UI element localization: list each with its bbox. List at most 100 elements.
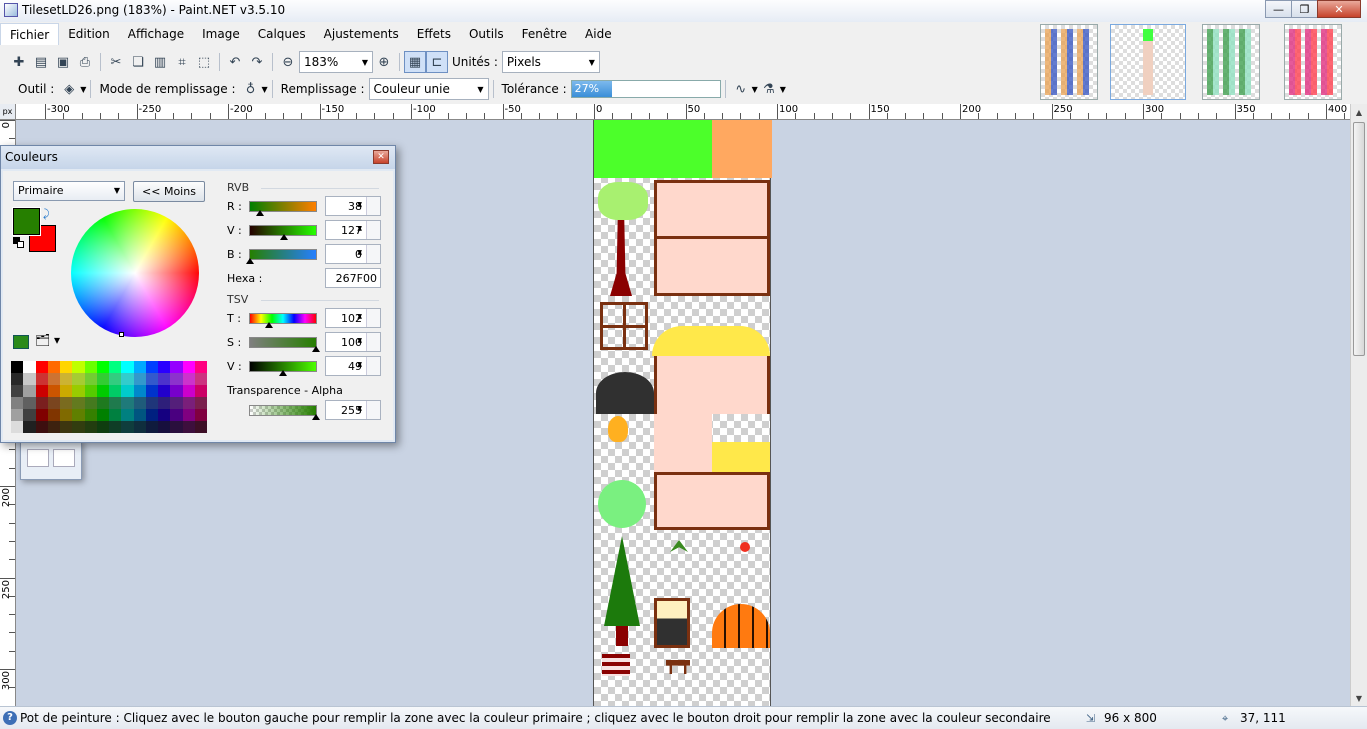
palette-swatch[interactable] bbox=[35, 385, 48, 397]
zoom-combo[interactable]: 183% ▼ bbox=[299, 51, 373, 73]
palette-swatch[interactable] bbox=[72, 397, 85, 409]
image-thumbnail-active[interactable] bbox=[1110, 24, 1186, 100]
minimize-button[interactable]: — bbox=[1265, 0, 1292, 18]
palette-swatch[interactable] bbox=[145, 397, 158, 409]
palette-swatch[interactable] bbox=[194, 421, 207, 433]
palette-swatch[interactable] bbox=[47, 397, 60, 409]
spin-arrows-icon[interactable]: ▲ ▼ bbox=[357, 245, 380, 263]
palette-swatch[interactable] bbox=[35, 373, 48, 385]
palette-swatch[interactable] bbox=[47, 373, 60, 385]
new-icon[interactable]: ✚ bbox=[8, 51, 30, 73]
saturation-input[interactable]: 100 ▲ ▼ bbox=[325, 332, 381, 352]
palette-swatch[interactable] bbox=[96, 397, 109, 409]
freeform-shape-tool-icon[interactable] bbox=[53, 449, 75, 467]
value-slider[interactable] bbox=[249, 361, 317, 376]
palette-swatch[interactable] bbox=[145, 385, 158, 397]
palette-swatch[interactable] bbox=[47, 409, 60, 421]
green-slider[interactable] bbox=[249, 225, 317, 240]
copy-icon[interactable]: ❏ bbox=[127, 51, 149, 73]
palette-swatch[interactable] bbox=[23, 361, 36, 373]
palette-swatch[interactable] bbox=[109, 385, 122, 397]
palette-swatch[interactable] bbox=[170, 421, 183, 433]
image-thumbnail[interactable] bbox=[1040, 24, 1098, 100]
palette-swatch[interactable] bbox=[121, 361, 134, 373]
palette-swatch[interactable] bbox=[84, 409, 97, 421]
palette-swatch[interactable] bbox=[121, 385, 134, 397]
ellipse-tool-icon[interactable] bbox=[27, 449, 49, 467]
flood-mode-icon[interactable]: ♁ bbox=[240, 78, 262, 100]
color-palette[interactable] bbox=[11, 361, 207, 433]
slider-knob[interactable] bbox=[256, 210, 264, 216]
menu-ajustements[interactable]: Ajustements bbox=[315, 23, 408, 45]
menu-calques[interactable]: Calques bbox=[249, 23, 315, 45]
save-icon[interactable]: ▣ bbox=[52, 51, 74, 73]
grid-icon[interactable]: ▦ bbox=[404, 51, 426, 73]
paste-icon[interactable]: ▥ bbox=[149, 51, 171, 73]
palette-swatch[interactable] bbox=[145, 409, 158, 421]
palette-swatch[interactable] bbox=[170, 409, 183, 421]
color-wheel-marker[interactable] bbox=[119, 332, 124, 337]
palette-swatch[interactable] bbox=[194, 409, 207, 421]
palette-swatch[interactable] bbox=[60, 385, 73, 397]
palette-swatch[interactable] bbox=[72, 361, 85, 373]
palette-swatch[interactable] bbox=[194, 397, 207, 409]
palette-swatch[interactable] bbox=[11, 421, 24, 433]
blue-slider[interactable] bbox=[246, 249, 317, 264]
open-icon[interactable]: ▤ bbox=[30, 51, 52, 73]
spin-arrows-icon[interactable]: ▲ ▼ bbox=[357, 221, 380, 239]
scrollbar-thumb[interactable] bbox=[1353, 122, 1365, 356]
menu-effets[interactable]: Effets bbox=[408, 23, 460, 45]
blue-input[interactable]: 0 ▲ ▼ bbox=[325, 244, 381, 264]
palette-swatch[interactable] bbox=[133, 373, 146, 385]
spin-arrows-icon[interactable]: ▲ ▼ bbox=[357, 357, 380, 375]
hex-input[interactable]: 267F00 bbox=[325, 268, 381, 288]
palette-swatch[interactable] bbox=[109, 397, 122, 409]
less-button[interactable]: << Moins bbox=[133, 181, 205, 202]
palette-swatch[interactable] bbox=[23, 421, 36, 433]
palette-swatch[interactable] bbox=[47, 361, 60, 373]
palette-swatch[interactable] bbox=[84, 361, 97, 373]
menu-outils[interactable]: Outils bbox=[460, 23, 513, 45]
palette-swatch[interactable] bbox=[47, 385, 60, 397]
paint-bucket-icon[interactable]: ◈ bbox=[58, 78, 80, 100]
vertical-scrollbar[interactable]: ▲ ▼ bbox=[1350, 104, 1367, 706]
palette-swatch[interactable] bbox=[145, 373, 158, 385]
palette-swatch[interactable] bbox=[109, 409, 122, 421]
palette-swatch[interactable] bbox=[158, 421, 171, 433]
palette-swatch[interactable] bbox=[84, 397, 97, 409]
palette-swatch[interactable] bbox=[11, 409, 24, 421]
green-input[interactable]: 127 ▲ ▼ bbox=[325, 220, 381, 240]
spin-arrows-icon[interactable]: ▲ ▼ bbox=[357, 401, 380, 419]
chevron-down-icon[interactable]: ▼ bbox=[780, 85, 786, 94]
palette-swatch[interactable] bbox=[72, 409, 85, 421]
image-thumbnail[interactable] bbox=[1202, 24, 1260, 100]
slider-knob[interactable] bbox=[312, 414, 320, 420]
antialias-icon[interactable]: ∿ bbox=[730, 78, 752, 100]
hue-input[interactable]: 102 ▲ ▼ bbox=[325, 308, 381, 328]
palette-swatch[interactable] bbox=[11, 361, 24, 373]
primary-color-swatch[interactable] bbox=[12, 207, 41, 236]
palette-swatch[interactable] bbox=[47, 421, 60, 433]
palette-menu-icon[interactable]: 🗂 ▾ bbox=[35, 333, 60, 347]
palette-swatch[interactable] bbox=[60, 373, 73, 385]
cut-icon[interactable]: ✂ bbox=[105, 51, 127, 73]
palette-swatch[interactable] bbox=[23, 385, 36, 397]
palette-swatch[interactable] bbox=[23, 373, 36, 385]
palette-swatch[interactable] bbox=[182, 385, 195, 397]
palette-swatch[interactable] bbox=[158, 397, 171, 409]
slider-knob[interactable] bbox=[246, 258, 254, 264]
reset-colors-icon[interactable] bbox=[13, 237, 25, 249]
palette-swatch[interactable] bbox=[133, 421, 146, 433]
undo-icon[interactable]: ↶ bbox=[224, 51, 246, 73]
palette-swatch[interactable] bbox=[72, 385, 85, 397]
palette-swatch[interactable] bbox=[182, 361, 195, 373]
alpha-slider[interactable] bbox=[249, 405, 320, 420]
color-wheel[interactable] bbox=[71, 209, 199, 337]
palette-swatch[interactable] bbox=[35, 361, 48, 373]
chevron-down-icon[interactable]: ▼ bbox=[80, 85, 86, 94]
value-input[interactable]: 49 ▲ ▼ bbox=[325, 356, 381, 376]
redo-icon[interactable]: ↷ bbox=[246, 51, 268, 73]
palette-swatch[interactable] bbox=[96, 373, 109, 385]
palette-swatch[interactable] bbox=[170, 385, 183, 397]
fill-combo[interactable]: Couleur unie ▼ bbox=[368, 78, 489, 100]
